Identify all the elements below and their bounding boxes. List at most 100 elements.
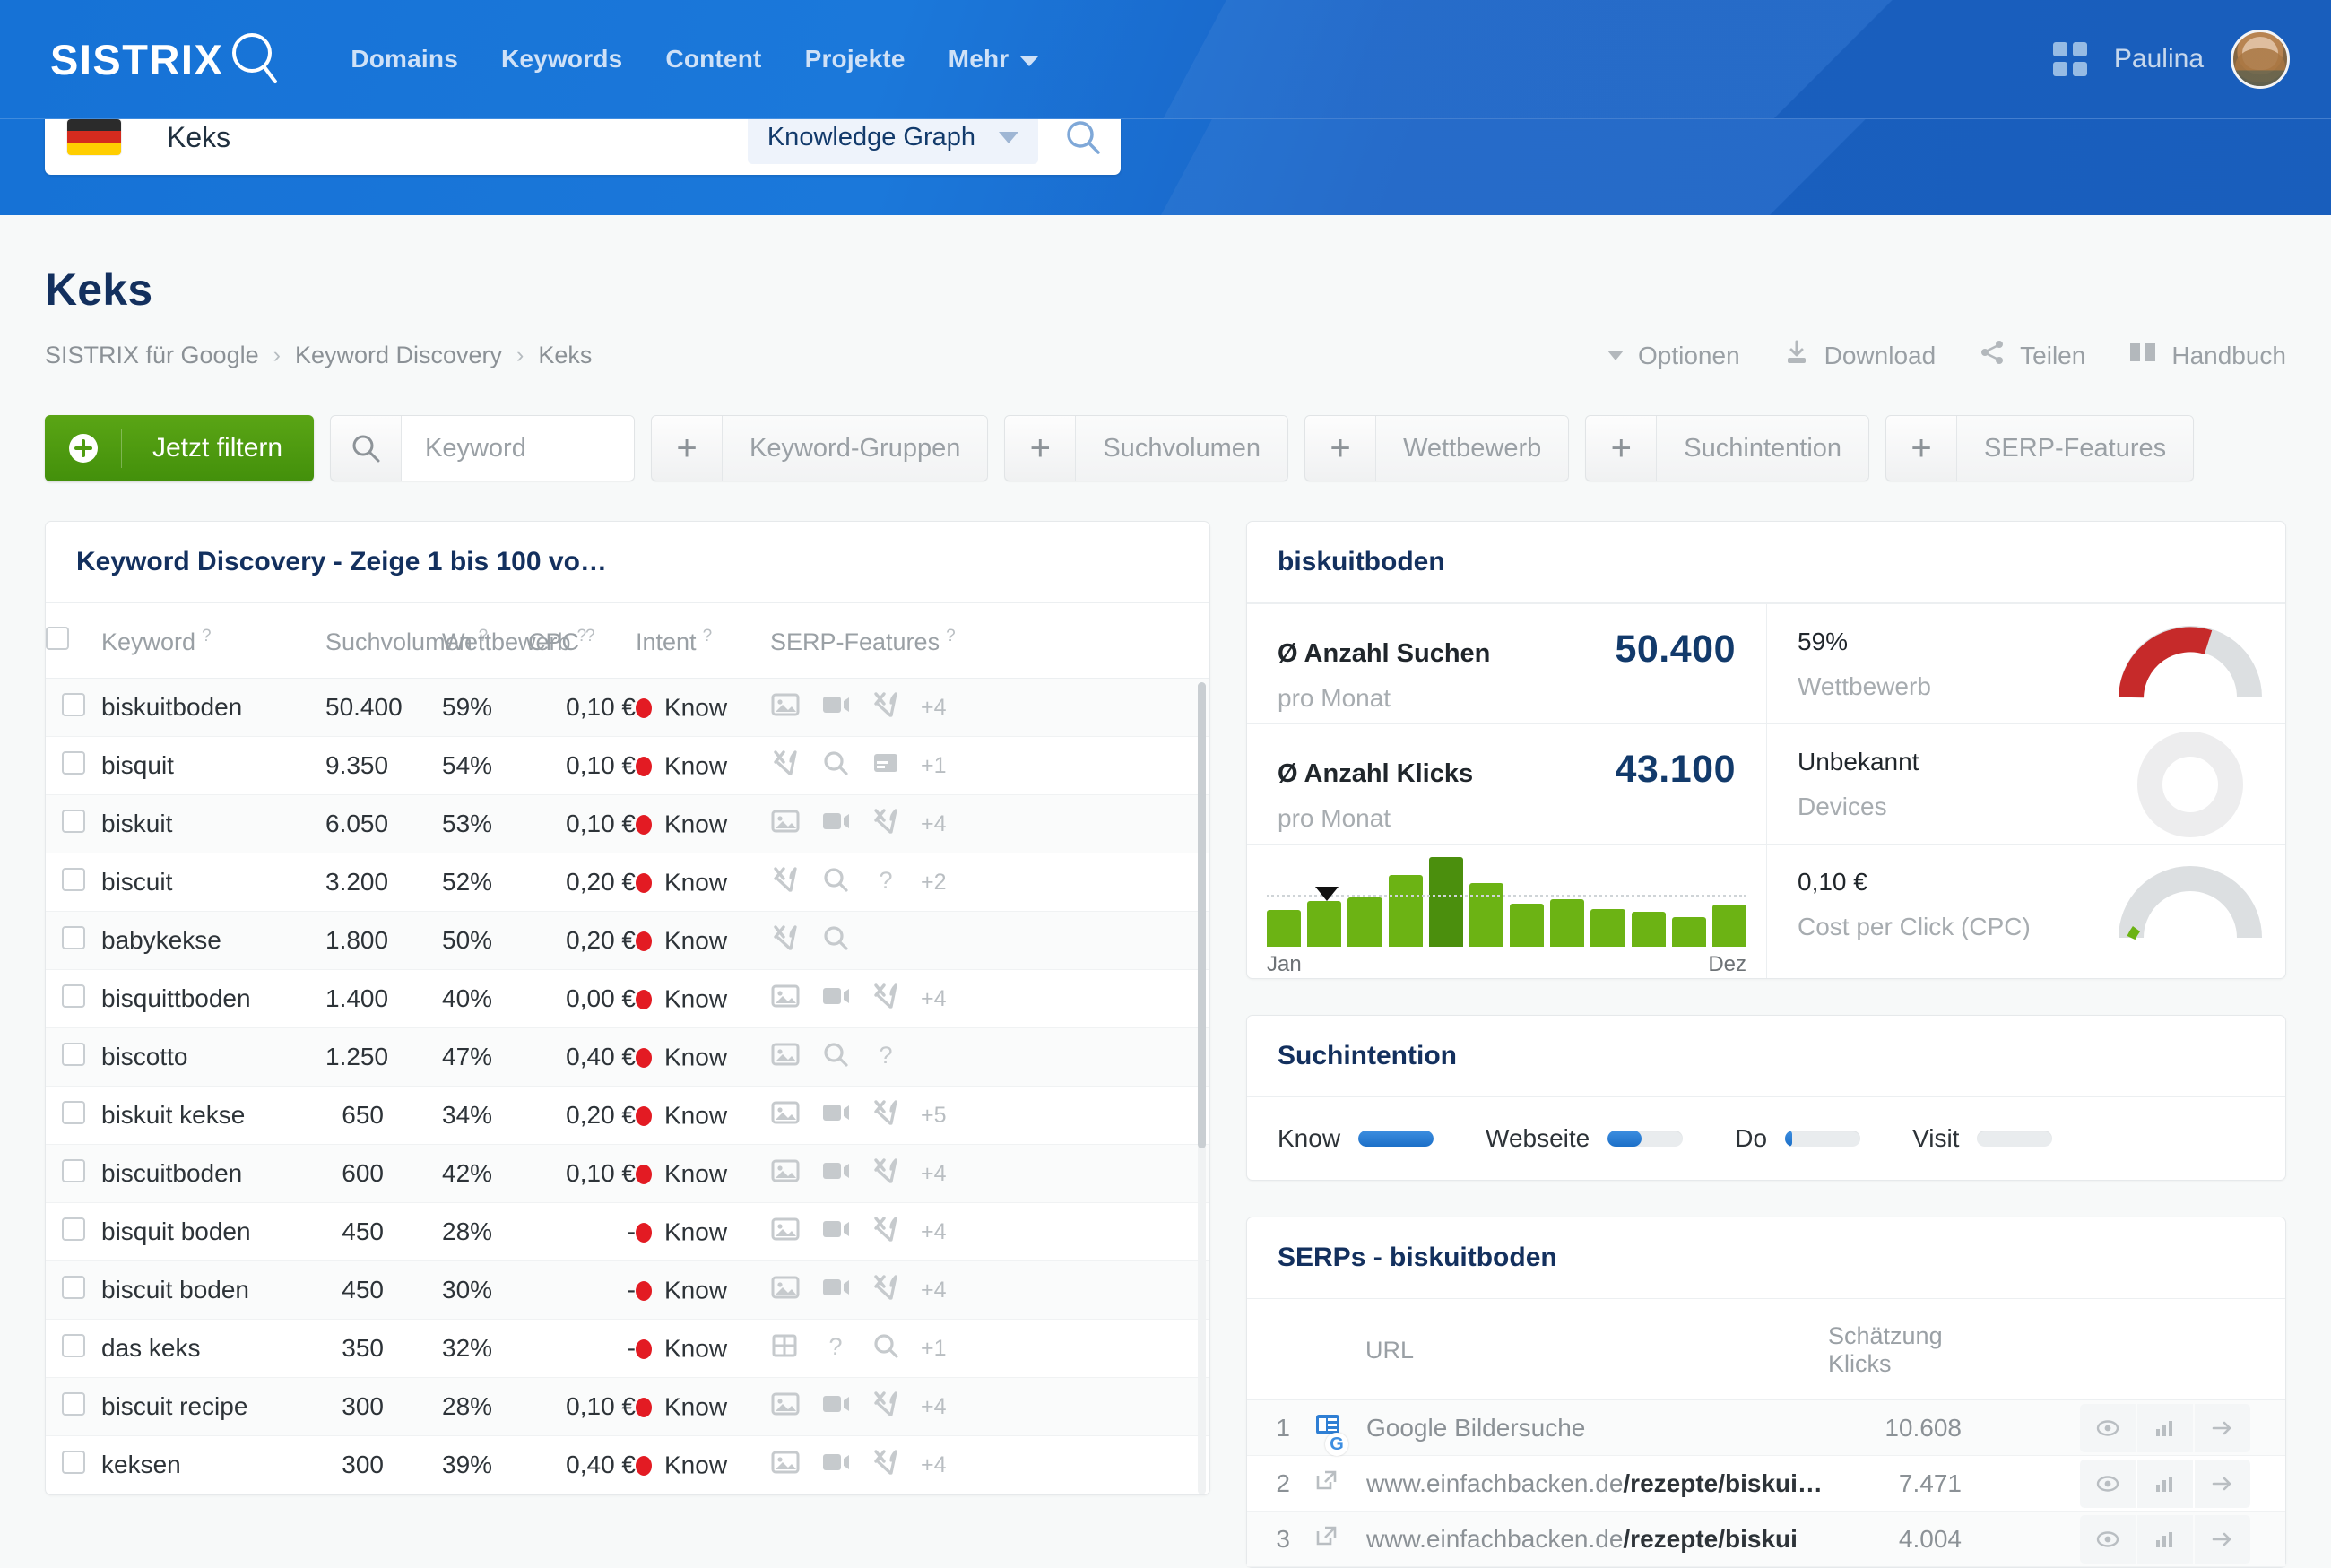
arrow-right-icon[interactable] [2195,1459,2250,1508]
row-checkbox-cell[interactable] [46,678,101,737]
serp-more-count[interactable]: +2 [921,870,947,896]
table-row[interactable]: keksen 300 39% 0,40 € Know +4 [46,1435,1209,1494]
video-icon[interactable] [820,983,851,1016]
nav-item-content[interactable]: Content [665,45,761,74]
video-icon[interactable] [820,1449,851,1482]
cell-keyword[interactable]: bisquit boden [101,1202,325,1261]
chart-icon[interactable] [2137,1514,2193,1564]
image-icon[interactable] [770,1099,801,1132]
search-icon[interactable] [820,924,851,957]
video-icon[interactable] [820,1157,851,1191]
image-icon[interactable] [770,1390,801,1424]
filter-chip-serp-features[interactable]: + SERP-Features [1885,415,2195,481]
keyword-filter[interactable]: Keyword [330,415,635,481]
row-checkbox[interactable] [62,1450,85,1474]
serp-more-count[interactable]: +4 [921,1219,947,1245]
row-checkbox[interactable] [62,1333,85,1357]
cell-keyword[interactable]: biscotto [101,1027,325,1087]
select-all-checkbox[interactable] [46,627,69,650]
table-row[interactable]: biscuit boden 450 30% - Know +4 [46,1260,1209,1320]
nav-item-domains[interactable]: Domains [351,45,458,74]
filter-chip-suchvolumen[interactable]: + Suchvolumen [1004,415,1289,481]
row-checkbox[interactable] [62,750,85,775]
table-row[interactable]: biscuitboden 600 42% 0,10 € Know +4 [46,1144,1209,1203]
optionen-button[interactable]: Optionen [1607,342,1740,370]
teilen-button[interactable]: Teilen [1979,339,2085,372]
table-row[interactable]: biskuit kekse 650 34% 0,20 € Know +5 [46,1086,1209,1145]
row-checkbox-cell[interactable] [46,1086,101,1145]
table-row[interactable]: babykekse 1.800 50% 0,20 € Know [46,911,1209,970]
cell-keyword[interactable]: keksen [101,1435,325,1494]
row-checkbox-cell[interactable] [46,1377,101,1436]
table-row[interactable]: biscotto 1.250 47% 0,40 € Know? [46,1027,1209,1087]
image-icon[interactable] [770,808,801,841]
video-icon[interactable] [820,1099,851,1132]
eye-icon[interactable] [2080,1459,2136,1508]
row-checkbox[interactable] [62,1100,85,1124]
help-icon[interactable]: ? [946,627,956,645]
row-checkbox-cell[interactable] [46,911,101,970]
image-icon[interactable] [770,691,801,724]
video-icon[interactable] [820,691,851,724]
arrow-right-icon[interactable] [2195,1403,2250,1452]
row-checkbox-cell[interactable] [46,853,101,912]
news-icon[interactable] [871,749,901,783]
video-icon[interactable] [820,1274,851,1307]
serp-row[interactable]: 2 www.einfachbacken.de/rezepte/biskui… 7.4… [1247,1455,2285,1512]
chart-icon[interactable] [2137,1403,2193,1452]
filter-chip-wettbewerb[interactable]: + Wettbewerb [1304,415,1570,481]
search-icon[interactable] [871,1332,901,1365]
recipe-icon[interactable] [871,1216,901,1249]
apps-grid-icon[interactable] [2052,42,2087,76]
chart-bar[interactable] [1428,857,1463,947]
serp-row[interactable]: 1 G Google Bildersuche 10.608 [1247,1399,2285,1456]
serp-more-count[interactable]: +4 [921,695,947,721]
serp-more-count[interactable]: +4 [921,1161,947,1187]
row-checkbox-cell[interactable] [46,1319,101,1378]
eye-icon[interactable] [2080,1403,2136,1452]
faq-icon[interactable]: ? [871,1041,901,1074]
serp-url[interactable]: www.einfachbacken.de/rezepte/biskui [1365,1511,1828,1567]
breadcrumb-item-2[interactable]: Keks [538,342,592,369]
row-checkbox-cell[interactable] [46,1202,101,1261]
help-icon[interactable]: ? [703,627,713,645]
column-header-intent[interactable]: Intent? [636,603,770,679]
table-row[interactable]: bisquittboden 1.400 40% 0,00 € Know +4 [46,969,1209,1028]
row-checkbox-cell[interactable] [46,736,101,795]
breadcrumb-item-0[interactable]: SISTRIX für Google [45,342,259,369]
recipe-icon[interactable] [871,983,901,1016]
select-all-header[interactable] [46,603,101,679]
table-scrollbar-thumb[interactable] [1198,682,1206,1148]
cell-keyword[interactable]: biskuit kekse [101,1086,325,1145]
chart-bar[interactable] [1671,916,1706,947]
chart-bar[interactable] [1590,908,1625,947]
cell-keyword[interactable]: bisquit [101,736,325,795]
handbuch-button[interactable]: Handbuch [2128,341,2286,370]
recipe-icon[interactable] [871,1390,901,1424]
table-row[interactable]: biscuit recipe 300 28% 0,10 € Know +4 [46,1377,1209,1436]
recipe-icon[interactable] [770,866,801,899]
cell-keyword[interactable]: biscuit boden [101,1260,325,1320]
row-checkbox-cell[interactable] [46,794,101,853]
breadcrumb-item-1[interactable]: Keyword Discovery [295,342,502,369]
search-icon[interactable] [820,749,851,783]
cell-keyword[interactable]: babykekse [101,911,325,970]
image-icon[interactable] [770,1216,801,1249]
arrow-right-icon[interactable] [2195,1514,2250,1564]
faq-icon[interactable]: ? [871,866,901,899]
search-submit-button[interactable] [1045,119,1121,156]
row-checkbox-cell[interactable] [46,1027,101,1087]
chart-bar[interactable] [1388,874,1423,947]
serp-more-count[interactable]: +1 [921,1336,947,1362]
chart-icon[interactable] [2137,1459,2193,1508]
chart-bar[interactable] [1267,910,1302,947]
image-icon[interactable] [770,1274,801,1307]
serp-more-count[interactable]: +4 [921,986,947,1012]
chart-bar[interactable] [1550,898,1585,947]
nav-item-keywords[interactable]: Keywords [501,45,622,74]
video-icon[interactable] [820,808,851,841]
row-checkbox[interactable] [62,983,85,1008]
help-icon[interactable]: ? [585,627,595,645]
chart-bar[interactable] [1307,900,1342,947]
filter-chip-suchintention[interactable]: + Suchintention [1585,415,1870,481]
